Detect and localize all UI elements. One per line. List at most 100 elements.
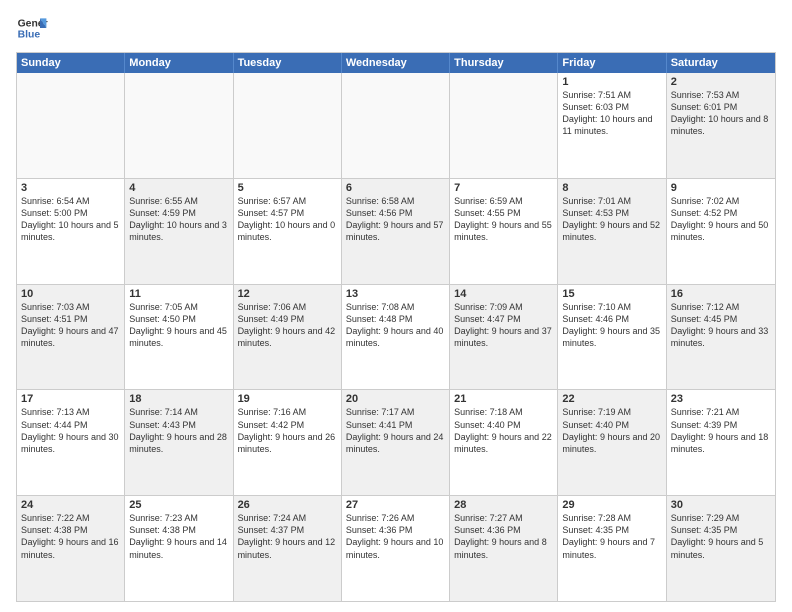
day-header-sunday: Sunday [17, 53, 125, 73]
header: General Blue [16, 12, 776, 44]
calendar-cell: 30Sunrise: 7:29 AM Sunset: 4:35 PM Dayli… [667, 496, 775, 601]
calendar-cell: 22Sunrise: 7:19 AM Sunset: 4:40 PM Dayli… [558, 390, 666, 495]
day-header-wednesday: Wednesday [342, 53, 450, 73]
day-number: 6 [346, 182, 445, 194]
calendar-cell: 23Sunrise: 7:21 AM Sunset: 4:39 PM Dayli… [667, 390, 775, 495]
calendar-cell: 18Sunrise: 7:14 AM Sunset: 4:43 PM Dayli… [125, 390, 233, 495]
calendar-cell: 19Sunrise: 7:16 AM Sunset: 4:42 PM Dayli… [234, 390, 342, 495]
cell-info: Sunrise: 7:01 AM Sunset: 4:53 PM Dayligh… [562, 195, 661, 244]
calendar-cell: 4Sunrise: 6:55 AM Sunset: 4:59 PM Daylig… [125, 179, 233, 284]
cell-info: Sunrise: 7:06 AM Sunset: 4:49 PM Dayligh… [238, 301, 337, 350]
calendar-cell: 7Sunrise: 6:59 AM Sunset: 4:55 PM Daylig… [450, 179, 558, 284]
cell-info: Sunrise: 7:14 AM Sunset: 4:43 PM Dayligh… [129, 406, 228, 455]
day-headers: SundayMondayTuesdayWednesdayThursdayFrid… [17, 53, 775, 73]
calendar-cell: 24Sunrise: 7:22 AM Sunset: 4:38 PM Dayli… [17, 496, 125, 601]
calendar-body: 1Sunrise: 7:51 AM Sunset: 6:03 PM Daylig… [17, 73, 775, 601]
calendar-cell [342, 73, 450, 178]
day-number: 23 [671, 393, 771, 405]
day-header-monday: Monday [125, 53, 233, 73]
calendar-cell: 27Sunrise: 7:26 AM Sunset: 4:36 PM Dayli… [342, 496, 450, 601]
day-number: 5 [238, 182, 337, 194]
cell-info: Sunrise: 7:13 AM Sunset: 4:44 PM Dayligh… [21, 406, 120, 455]
cell-info: Sunrise: 7:27 AM Sunset: 4:36 PM Dayligh… [454, 512, 553, 561]
calendar-cell: 12Sunrise: 7:06 AM Sunset: 4:49 PM Dayli… [234, 285, 342, 390]
day-number: 29 [562, 499, 661, 511]
day-header-saturday: Saturday [667, 53, 775, 73]
cell-info: Sunrise: 7:19 AM Sunset: 4:40 PM Dayligh… [562, 406, 661, 455]
calendar-cell: 29Sunrise: 7:28 AM Sunset: 4:35 PM Dayli… [558, 496, 666, 601]
day-number: 2 [671, 76, 771, 88]
calendar-row: 1Sunrise: 7:51 AM Sunset: 6:03 PM Daylig… [17, 73, 775, 179]
day-number: 15 [562, 288, 661, 300]
calendar-cell: 20Sunrise: 7:17 AM Sunset: 4:41 PM Dayli… [342, 390, 450, 495]
day-number: 9 [671, 182, 771, 194]
calendar-cell [17, 73, 125, 178]
calendar-cell: 21Sunrise: 7:18 AM Sunset: 4:40 PM Dayli… [450, 390, 558, 495]
logo: General Blue [16, 12, 52, 44]
calendar-cell: 26Sunrise: 7:24 AM Sunset: 4:37 PM Dayli… [234, 496, 342, 601]
calendar-cell [125, 73, 233, 178]
day-number: 3 [21, 182, 120, 194]
cell-info: Sunrise: 6:57 AM Sunset: 4:57 PM Dayligh… [238, 195, 337, 244]
cell-info: Sunrise: 7:05 AM Sunset: 4:50 PM Dayligh… [129, 301, 228, 350]
day-number: 19 [238, 393, 337, 405]
svg-text:Blue: Blue [18, 30, 41, 41]
calendar-cell: 17Sunrise: 7:13 AM Sunset: 4:44 PM Dayli… [17, 390, 125, 495]
cell-info: Sunrise: 7:17 AM Sunset: 4:41 PM Dayligh… [346, 406, 445, 455]
calendar-cell: 8Sunrise: 7:01 AM Sunset: 4:53 PM Daylig… [558, 179, 666, 284]
calendar-cell: 9Sunrise: 7:02 AM Sunset: 4:52 PM Daylig… [667, 179, 775, 284]
cell-info: Sunrise: 7:16 AM Sunset: 4:42 PM Dayligh… [238, 406, 337, 455]
calendar-cell: 2Sunrise: 7:53 AM Sunset: 6:01 PM Daylig… [667, 73, 775, 178]
cell-info: Sunrise: 7:29 AM Sunset: 4:35 PM Dayligh… [671, 512, 771, 561]
calendar-cell: 15Sunrise: 7:10 AM Sunset: 4:46 PM Dayli… [558, 285, 666, 390]
cell-info: Sunrise: 7:21 AM Sunset: 4:39 PM Dayligh… [671, 406, 771, 455]
calendar-row: 24Sunrise: 7:22 AM Sunset: 4:38 PM Dayli… [17, 496, 775, 601]
day-header-thursday: Thursday [450, 53, 558, 73]
cell-info: Sunrise: 7:12 AM Sunset: 4:45 PM Dayligh… [671, 301, 771, 350]
day-number: 13 [346, 288, 445, 300]
day-number: 10 [21, 288, 120, 300]
calendar-cell: 13Sunrise: 7:08 AM Sunset: 4:48 PM Dayli… [342, 285, 450, 390]
calendar-cell: 11Sunrise: 7:05 AM Sunset: 4:50 PM Dayli… [125, 285, 233, 390]
cell-info: Sunrise: 6:58 AM Sunset: 4:56 PM Dayligh… [346, 195, 445, 244]
cell-info: Sunrise: 7:09 AM Sunset: 4:47 PM Dayligh… [454, 301, 553, 350]
day-number: 27 [346, 499, 445, 511]
calendar-row: 10Sunrise: 7:03 AM Sunset: 4:51 PM Dayli… [17, 285, 775, 391]
calendar-cell: 5Sunrise: 6:57 AM Sunset: 4:57 PM Daylig… [234, 179, 342, 284]
cell-info: Sunrise: 7:28 AM Sunset: 4:35 PM Dayligh… [562, 512, 661, 561]
cell-info: Sunrise: 7:18 AM Sunset: 4:40 PM Dayligh… [454, 406, 553, 455]
calendar-cell: 14Sunrise: 7:09 AM Sunset: 4:47 PM Dayli… [450, 285, 558, 390]
calendar-cell: 6Sunrise: 6:58 AM Sunset: 4:56 PM Daylig… [342, 179, 450, 284]
cell-info: Sunrise: 7:24 AM Sunset: 4:37 PM Dayligh… [238, 512, 337, 561]
cell-info: Sunrise: 7:03 AM Sunset: 4:51 PM Dayligh… [21, 301, 120, 350]
day-number: 24 [21, 499, 120, 511]
cell-info: Sunrise: 7:08 AM Sunset: 4:48 PM Dayligh… [346, 301, 445, 350]
day-number: 8 [562, 182, 661, 194]
day-number: 26 [238, 499, 337, 511]
day-number: 4 [129, 182, 228, 194]
cell-info: Sunrise: 7:10 AM Sunset: 4:46 PM Dayligh… [562, 301, 661, 350]
day-number: 21 [454, 393, 553, 405]
day-header-tuesday: Tuesday [234, 53, 342, 73]
calendar-cell: 1Sunrise: 7:51 AM Sunset: 6:03 PM Daylig… [558, 73, 666, 178]
day-number: 25 [129, 499, 228, 511]
day-number: 18 [129, 393, 228, 405]
calendar-cell: 3Sunrise: 6:54 AM Sunset: 5:00 PM Daylig… [17, 179, 125, 284]
calendar-cell [234, 73, 342, 178]
cell-info: Sunrise: 7:22 AM Sunset: 4:38 PM Dayligh… [21, 512, 120, 561]
cell-info: Sunrise: 7:51 AM Sunset: 6:03 PM Dayligh… [562, 89, 661, 138]
page: General Blue SundayMondayTuesdayWednesda… [0, 0, 792, 612]
day-number: 22 [562, 393, 661, 405]
logo-icon: General Blue [16, 12, 48, 44]
cell-info: Sunrise: 7:02 AM Sunset: 4:52 PM Dayligh… [671, 195, 771, 244]
day-number: 28 [454, 499, 553, 511]
day-number: 30 [671, 499, 771, 511]
calendar-cell: 28Sunrise: 7:27 AM Sunset: 4:36 PM Dayli… [450, 496, 558, 601]
calendar-cell [450, 73, 558, 178]
calendar-cell: 10Sunrise: 7:03 AM Sunset: 4:51 PM Dayli… [17, 285, 125, 390]
cell-info: Sunrise: 7:23 AM Sunset: 4:38 PM Dayligh… [129, 512, 228, 561]
calendar-row: 17Sunrise: 7:13 AM Sunset: 4:44 PM Dayli… [17, 390, 775, 496]
day-number: 12 [238, 288, 337, 300]
day-number: 1 [562, 76, 661, 88]
calendar-cell: 16Sunrise: 7:12 AM Sunset: 4:45 PM Dayli… [667, 285, 775, 390]
